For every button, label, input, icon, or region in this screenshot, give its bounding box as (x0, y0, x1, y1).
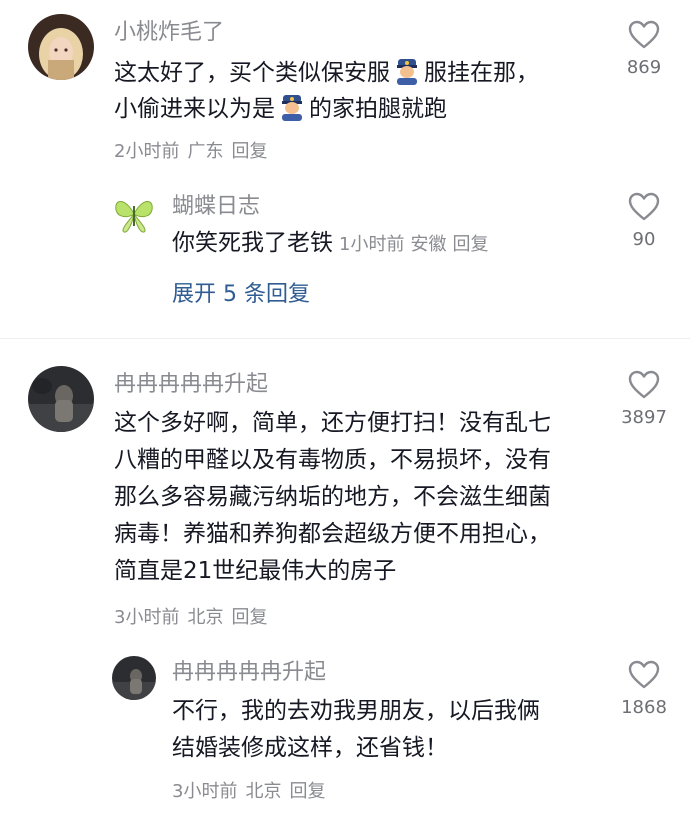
heart-outline-icon (628, 660, 660, 689)
heart-outline-icon (628, 370, 660, 399)
reply-avatar[interactable] (112, 656, 156, 700)
comment-text-line: 那么多容易藏污纳垢的地方，不会滋生细菌 (114, 484, 551, 510)
comment-text-part: 这太好了，买个类似保安服 (114, 60, 390, 86)
comment-text-part: 服挂在那， (424, 60, 539, 86)
like-count: 3897 (621, 407, 667, 428)
comment-time: 3小时前 (114, 607, 180, 628)
like-button[interactable]: 1868 (604, 660, 684, 720)
comment-text-part: 小偷进来以为是 (114, 96, 275, 122)
reply-meta: 1小时前 安徽 回复 (339, 234, 494, 255)
comment-location: 广东 (187, 141, 224, 162)
comment-text: 小偷进来以为是 的家拍腿就跑 (114, 92, 447, 126)
comment-meta: 3小时前 北京 回复 (114, 606, 275, 630)
reply-button[interactable]: 回复 (231, 141, 267, 162)
comment-text-line: 病毒！养猫和养狗都会超级方便不用担心， (114, 521, 551, 547)
heart-outline-icon (628, 192, 660, 221)
comment-text-line: 简直是21世纪最伟大的房子 (114, 558, 397, 584)
police-officer-emoji-icon (279, 93, 305, 121)
heart-outline-icon (628, 20, 660, 49)
reply-button[interactable]: 回复 (289, 781, 325, 802)
avatar[interactable] (28, 14, 94, 80)
reply-location: 北京 (245, 781, 282, 802)
comment-divider (0, 338, 690, 339)
reply-location: 安徽 (410, 234, 447, 255)
reply-username[interactable]: 蝴蝶日志 (172, 192, 260, 222)
reply-meta: 3小时前 北京 回复 (172, 780, 333, 804)
comment-time: 2小时前 (114, 141, 180, 162)
like-count: 869 (626, 57, 662, 78)
comment-text-line: 八糟的甲醛以及有毒物质，不易损坏，没有 (114, 447, 551, 473)
reply-button[interactable]: 回复 (452, 234, 488, 255)
comment-meta: 2小时前 广东 回复 (114, 140, 275, 164)
reply-text-content: 你笑死我了老铁 (172, 230, 333, 256)
avatar[interactable] (28, 366, 94, 432)
reply-time: 1小时前 (339, 234, 405, 255)
like-button[interactable]: 3897 (604, 370, 684, 430)
comment-text: 这太好了，买个类似保安服 服挂在那， (114, 56, 539, 90)
reply-text: 你笑死我了老铁 1小时前 安徽 回复 (172, 226, 494, 262)
expand-replies-button[interactable]: 展开 5 条回复 (172, 280, 310, 310)
reply-button[interactable]: 回复 (231, 607, 267, 628)
like-count: 90 (632, 229, 656, 250)
comment-text-line: 这个多好啊，简单，还方便打扫！没有乱七 (114, 410, 551, 436)
like-button[interactable]: 869 (604, 20, 684, 80)
comment-text-part: 的家拍腿就跑 (309, 96, 447, 122)
reply-avatar[interactable] (112, 192, 156, 236)
comment-location: 北京 (187, 607, 224, 628)
reply-text-line: 结婚装修成这样，还省钱！ (172, 735, 448, 761)
reply-time: 3小时前 (172, 781, 238, 802)
reply-text-line: 不行，我的去劝我男朋友，以后我俩 (172, 698, 540, 724)
reply-username[interactable]: 冉冉冉冉冉升起 (172, 658, 326, 688)
comment-username[interactable]: 小桃炸毛了 (114, 18, 224, 48)
like-count: 1868 (621, 697, 667, 718)
police-officer-emoji-icon (394, 57, 420, 85)
like-button[interactable]: 90 (604, 192, 684, 252)
comment-username[interactable]: 冉冉冉冉冉升起 (114, 370, 268, 400)
